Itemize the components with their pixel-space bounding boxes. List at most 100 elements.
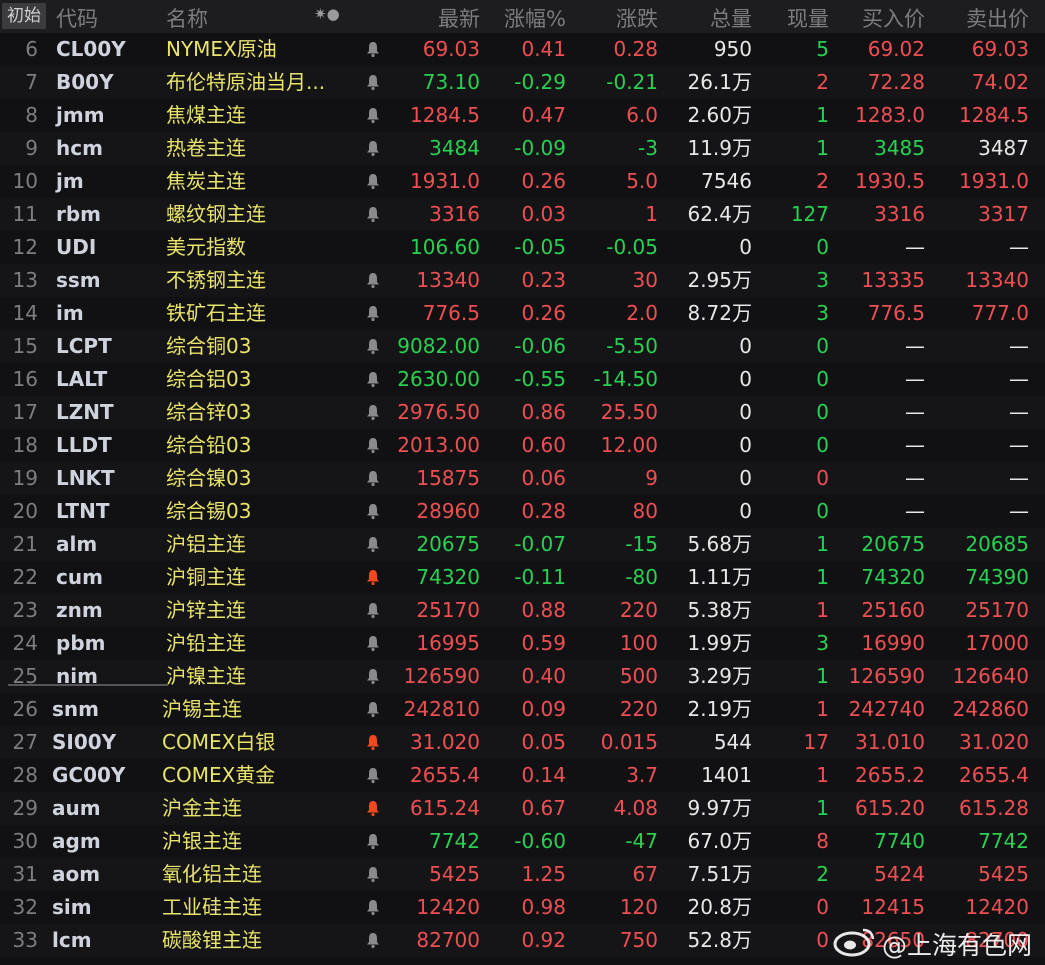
header-chg[interactable]: 涨跌 [566,3,658,33]
symbol-code: LALT [56,367,108,391]
row-index: 12 [12,235,38,259]
table-row[interactable]: 14 im 铁矿石主连 776.5 0.26 2.0 8.72万 3 776.5 777.0 [0,297,1045,330]
alert-bell-icon[interactable] [366,931,380,949]
alert-bell-icon[interactable] [366,337,380,355]
symbol-code: LTNT [56,499,110,523]
table-row[interactable]: 9 hcm 热卷主连 3484 -0.09 -3 11.9万 1 3485 3487 [0,132,1045,165]
alert-bell-icon[interactable] [366,865,380,883]
current-volume: 2 [816,169,829,193]
current-volume: 0 [816,466,829,490]
table-row[interactable]: 21 alm 沪铝主连 20675 -0.07 -15 5.68万 1 20675 20685 [0,528,1045,561]
alert-bell-icon[interactable] [366,601,380,619]
table-row[interactable]: 20 LTNT 综合锡03 28960 0.28 80 0 0 — — [0,495,1045,528]
symbol-code: lcm [52,928,92,952]
column-settings-icon[interactable]: ✷● [314,5,340,23]
symbol-code: rbm [56,202,102,226]
bid-price: 12415 [861,895,925,919]
change-percent: 0.98 [521,895,566,919]
change-amount: 6.0 [626,103,658,127]
alert-bell-icon[interactable] [366,106,380,124]
table-row[interactable]: 17 LZNT 综合锌03 2976.50 0.86 25.50 0 0 — — [0,396,1045,429]
current-volume: 1 [816,598,829,622]
header-pct[interactable]: 涨幅% [480,3,566,33]
table-row[interactable]: 11 rbm 螺纹钢主连 3316 0.03 1 62.4万 127 3316 3317 [0,198,1045,231]
symbol-name: 沪镍主连 [166,664,246,688]
alert-bell-icon[interactable] [366,733,380,751]
alert-bell-icon[interactable] [366,73,380,91]
reset-button[interactable]: 初始 [2,3,46,29]
table-row[interactable]: 8 jmm 焦煤主连 1284.5 0.47 6.0 2.60万 1 1283.0 1284.5 [0,99,1045,132]
table-row[interactable]: 24 pbm 沪铅主连 16995 0.59 100 1.99万 3 16990 17000 [0,627,1045,660]
bid-price: — [905,235,925,259]
alert-bell-icon[interactable] [366,403,380,421]
alert-bell-icon[interactable] [366,898,380,916]
table-row[interactable]: 15 LCPT 综合铜03 9082.00 -0.06 -5.50 0 0 — — [0,330,1045,363]
current-volume: 1 [816,136,829,160]
table-row[interactable]: 22 cum 沪铜主连 74320 -0.11 -80 1.11万 1 74320 74390 [0,561,1045,594]
alert-bell-icon[interactable] [366,205,380,223]
ask-price: — [1009,367,1029,391]
table-row[interactable]: 25 nim 沪镍主连 126590 0.40 500 3.29万 1 126590 126640 [0,660,1045,693]
bid-price: 72.28 [867,70,925,94]
header-cur[interactable]: 现量 [752,3,829,33]
alert-bell-icon[interactable] [366,766,380,784]
table-row[interactable]: 10 jm 焦炭主连 1931.0 0.26 5.0 7546 2 1930.5 1931.0 [0,165,1045,198]
table-row[interactable]: 23 znm 沪锌主连 25170 0.88 220 5.38万 1 25160 25170 [0,594,1045,627]
header-ask[interactable]: 卖出价 [925,3,1029,33]
total-volume: 7.51万 [687,862,752,886]
ask-price: 69.03 [971,37,1029,61]
alert-bell-icon[interactable] [366,172,380,190]
alert-bell-icon[interactable] [366,502,380,520]
current-volume: 0 [816,400,829,424]
total-volume: 0 [739,433,752,457]
change-percent: 0.59 [521,631,566,655]
table-row[interactable]: 13 ssm 不锈钢主连 13340 0.23 30 2.95万 3 13335 13340 [0,264,1045,297]
bid-price: 25160 [861,598,925,622]
ask-price: 1931.0 [959,169,1029,193]
table-row[interactable]: 32 sim 工业硅主连 12420 0.98 120 20.8万 0 12415 12420 [0,891,1045,924]
alert-bell-icon[interactable] [366,634,380,652]
table-row[interactable]: 29 aum 沪金主连 615.24 0.67 4.08 9.97万 1 615.20 615.2… [0,792,1045,825]
table-row[interactable]: 26 snm 沪锡主连 242810 0.09 220 2.19万 1 242740 242860 [0,693,1045,726]
table-row[interactable]: 27 SI00Y COMEX白银 31.020 0.05 0.015 544 17 31.010… [0,726,1045,759]
column-header-bar: 初始 代码 名称 ✷● 最新 涨幅% 涨跌 总量 现量 买入价 卖出价 [0,0,1045,33]
table-row[interactable]: 31 aom 氧化铝主连 5425 1.25 67 7.51万 2 5424 5425 [0,858,1045,891]
last-price: 2013.00 [397,433,480,457]
symbol-name: 焦煤主连 [166,103,246,127]
table-row[interactable]: 30 agm 沪银主连 7742 -0.60 -47 67.0万 8 7740 7742 [0,825,1045,858]
table-row[interactable]: 12 UDI 美元指数 106.60 -0.05 -0.05 0 0 — — [0,231,1045,264]
header-vol[interactable]: 总量 [658,3,752,33]
current-volume: 0 [816,334,829,358]
alert-bell-icon[interactable] [366,370,380,388]
table-row[interactable]: 16 LALT 综合铝03 2630.00 -0.55 -14.50 0 0 — — [0,363,1045,396]
alert-bell-icon[interactable] [366,469,380,487]
header-last[interactable]: 最新 [380,3,480,33]
alert-bell-icon[interactable] [366,700,380,718]
alert-bell-icon[interactable] [366,304,380,322]
alert-bell-icon[interactable] [366,40,380,58]
alert-bell-icon[interactable] [366,832,380,850]
alert-bell-icon[interactable] [366,436,380,454]
alert-bell-icon[interactable] [366,568,380,586]
table-row[interactable]: 18 LLDT 综合铅03 2013.00 0.60 12.00 0 0 — — [0,429,1045,462]
alert-bell-icon[interactable] [366,535,380,553]
table-row[interactable]: 28 GC00Y COMEX黄金 2655.4 0.14 3.7 1401 1 2655.2 26… [0,759,1045,792]
table-row[interactable]: 6 CL00Y NYMEX原油 69.03 0.41 0.28 950 5 69.02 69.03 [0,33,1045,66]
table-row[interactable]: 7 B00Y 布伦特原油当月... 73.10 -0.29 -0.21 26.1万 2 72.2… [0,66,1045,99]
last-price: 1284.5 [410,103,480,127]
row-index: 16 [12,367,38,391]
change-amount: -15 [625,532,658,556]
alert-bell-icon[interactable] [366,139,380,157]
bid-price: 2655.2 [855,763,925,787]
table-row[interactable]: 19 LNKT 综合镍03 15875 0.06 9 0 0 — — [0,462,1045,495]
symbol-code: aom [52,862,101,886]
alert-bell-icon[interactable] [366,799,380,817]
row-index: 15 [12,334,38,358]
alert-bell-icon[interactable] [366,271,380,289]
alert-bell-icon[interactable] [366,667,380,685]
header-name[interactable]: 名称 [166,3,208,33]
total-volume: 1401 [701,763,752,787]
header-code[interactable]: 代码 [56,3,98,33]
header-bid[interactable]: 买入价 [829,3,925,33]
bid-price: — [905,466,925,490]
